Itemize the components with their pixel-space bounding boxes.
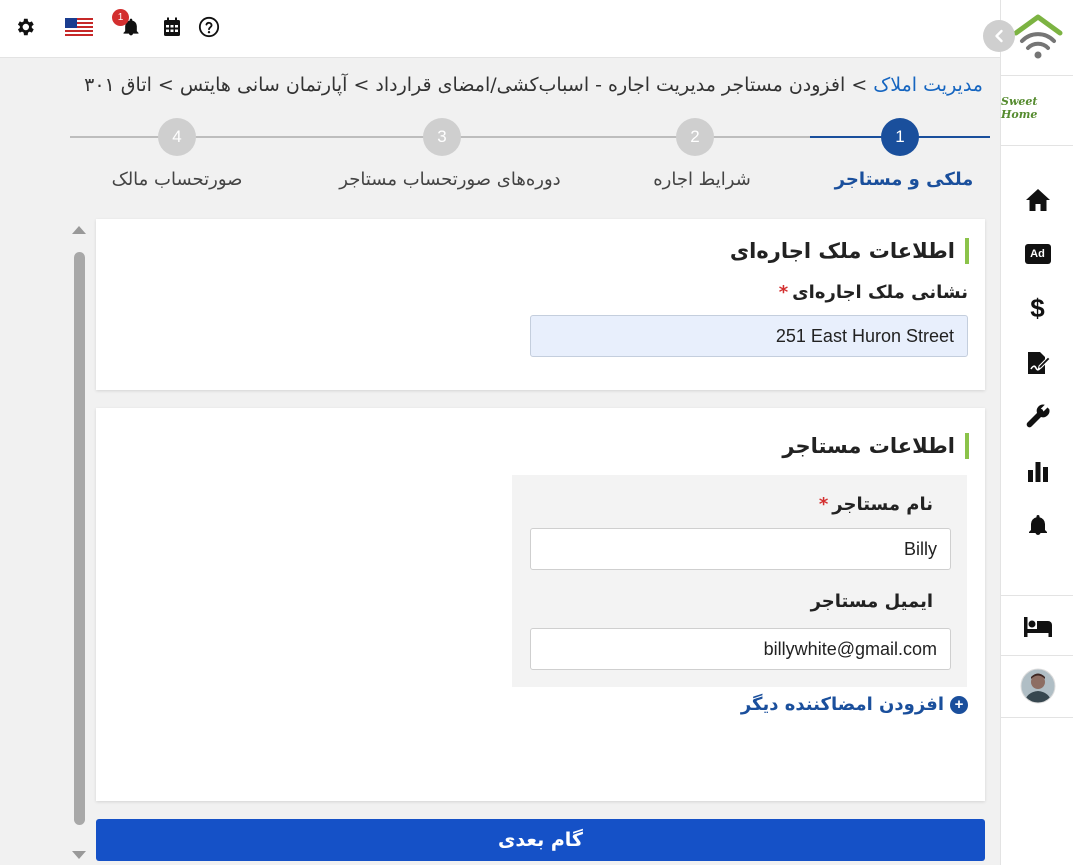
scroll-down-arrow[interactable] — [72, 851, 86, 859]
user-avatar — [1020, 668, 1055, 704]
step-2-circle[interactable]: 2 — [676, 118, 714, 156]
tenant-email-input[interactable] — [530, 628, 951, 670]
bar-chart-icon — [1027, 462, 1048, 482]
scroll-up-arrow[interactable] — [72, 226, 86, 234]
wrench-icon — [1026, 404, 1050, 428]
wizard-stepper: 1 2 3 4 ملکی و مستاجر شرایط اجاره دوره‌ه… — [70, 115, 990, 205]
sidebar-item-payments[interactable]: $ — [1001, 292, 1073, 324]
breadcrumb-room: اتاق ۳۰۱ — [84, 74, 152, 96]
sidebar-divider — [1001, 75, 1073, 76]
breadcrumb-property: آپارتمان سانی هایتس — [179, 74, 348, 96]
sidebar-divider — [1001, 145, 1073, 146]
next-step-button[interactable]: گام بعدی — [96, 819, 985, 861]
sidebar-divider — [1001, 655, 1073, 656]
sidebar-item-home[interactable] — [1001, 184, 1073, 216]
sidebar-item-reports[interactable] — [1001, 455, 1073, 487]
breadcrumb: مدیریت املاک > افزودن مستاجر مدیریت اجار… — [84, 74, 983, 96]
brand-logo-text: Sweet Home — [1001, 95, 1038, 121]
help-button[interactable] — [196, 14, 222, 40]
required-asterisk: * — [778, 282, 789, 303]
dollar-icon: $ — [1030, 292, 1045, 323]
tenant-info-card: اطلاعات مستاجر نام مستاجر* ایمیل مستاجر … — [96, 408, 985, 801]
property-card-title: اطلاعات ملک اجاره‌ای — [730, 238, 969, 264]
chevron-left-icon — [995, 29, 1003, 43]
brand-logo: Sweet Home — [1001, 88, 1073, 128]
calendar-icon — [164, 17, 180, 36]
required-asterisk: * — [818, 494, 829, 515]
gear-icon — [17, 18, 34, 36]
breadcrumb-separator: > — [151, 74, 180, 96]
tenant-name-label: نام مستاجر* — [819, 494, 933, 515]
notifications-button[interactable]: 1 — [112, 9, 144, 40]
tenant-name-label-text: نام مستاجر — [832, 494, 933, 515]
notification-count-badge: 1 — [112, 9, 129, 26]
sidebar-divider — [1001, 595, 1073, 596]
sidebar-item-ads[interactable]: Ad — [1001, 240, 1073, 268]
sidebar-divider — [1001, 717, 1073, 718]
address-label-text: نشانی ملک اجاره‌ای — [792, 282, 968, 303]
step-2-label[interactable]: شرایط اجاره — [653, 169, 751, 190]
property-info-card: اطلاعات ملک اجاره‌ای نشانی ملک اجاره‌ای* — [96, 219, 985, 390]
us-flag-icon — [65, 18, 93, 36]
sidebar-item-rooms[interactable] — [1001, 610, 1073, 644]
step-1-circle[interactable]: 1 — [881, 118, 919, 156]
tenant-name-input[interactable] — [530, 528, 951, 570]
address-field-label: نشانی ملک اجاره‌ای* — [779, 282, 968, 303]
calendar-button[interactable] — [159, 14, 185, 40]
house-wifi-logo-icon — [1013, 14, 1062, 59]
plus-circle-icon: + — [950, 695, 968, 714]
settings-button[interactable] — [12, 14, 38, 40]
sidebar-item-maintenance[interactable] — [1001, 400, 1073, 432]
tenant-entry-box: نام مستاجر* ایمیل مستاجر — [512, 475, 967, 687]
breadcrumb-root-link[interactable]: مدیریت املاک — [873, 74, 983, 96]
step-3-label[interactable]: دوره‌های صورتحساب مستاجر — [339, 169, 560, 190]
bell-icon — [1028, 515, 1047, 535]
tenant-email-label: ایمیل مستاجر — [810, 591, 933, 612]
step-3-circle[interactable]: 3 — [423, 118, 461, 156]
user-menu[interactable] — [1001, 666, 1073, 706]
home-icon — [1025, 189, 1050, 211]
property-address-input[interactable] — [530, 315, 968, 357]
breadcrumb-separator: > — [845, 74, 874, 96]
tenant-card-title: اطلاعات مستاجر — [782, 433, 969, 459]
sidebar-collapse-button[interactable] — [983, 20, 1015, 52]
sidebar-item-contracts[interactable] — [1001, 347, 1073, 379]
contract-sign-icon — [1027, 352, 1051, 374]
help-icon — [198, 16, 220, 38]
ad-icon: Ad — [1024, 244, 1051, 264]
language-selector[interactable] — [64, 14, 94, 40]
sidebar-item-notifications[interactable] — [1001, 509, 1073, 541]
breadcrumb-separator: > — [347, 74, 376, 96]
bed-icon — [1023, 617, 1052, 637]
scrollbar-thumb[interactable] — [74, 252, 85, 825]
step-1-label[interactable]: ملکی و مستاجر — [835, 169, 974, 190]
step-4-circle[interactable]: 4 — [158, 118, 196, 156]
step-4-label[interactable]: صورتحساب مالک — [112, 169, 243, 190]
add-signer-link[interactable]: + افزودن امضاکننده دیگر — [741, 694, 968, 715]
add-signer-label: افزودن امضاکننده دیگر — [740, 694, 944, 715]
top-bar: 1 — [0, 0, 1000, 58]
breadcrumb-current: افزودن مستاجر مدیریت اجاره - اسباب‌کشی/ا… — [375, 74, 846, 96]
right-sidebar: Sweet Home Ad $ — [1000, 0, 1073, 865]
